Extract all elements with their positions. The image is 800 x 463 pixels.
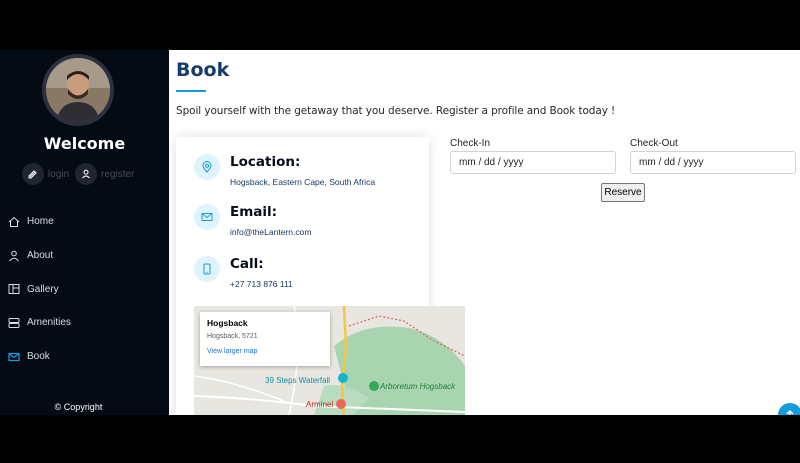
map-label-arboretum: Arboretum Hogsback xyxy=(380,382,456,391)
sidebar-item-gallery[interactable]: Gallery xyxy=(0,272,169,306)
map-label-arminel: Arminel xyxy=(306,400,334,409)
location-row: Location: Hogsback, Eastern Cape, South … xyxy=(194,154,375,187)
sidebar-item-label: Amenities xyxy=(27,317,71,329)
sidebar-item-book[interactable]: Book xyxy=(0,340,169,374)
checkout-date-input[interactable]: mm / dd / yyyy xyxy=(630,151,796,174)
page-frame: Welcome login register Home About Galler xyxy=(0,50,800,415)
sidebar-nav: Home About Gallery Amenities Book xyxy=(0,205,169,373)
avatar xyxy=(42,54,114,126)
gallery-icon xyxy=(7,282,21,296)
home-icon xyxy=(7,215,21,229)
sidebar-item-label: Home xyxy=(27,216,54,228)
view-larger-map-link[interactable]: View larger map xyxy=(207,348,323,355)
email-row: Email: info@theLantern.com xyxy=(194,204,311,237)
location-label: Location: xyxy=(230,154,301,170)
sidebar-item-label: Gallery xyxy=(27,283,59,295)
welcome-heading: Welcome xyxy=(43,134,126,153)
page-title: Book xyxy=(176,59,230,81)
map-popup-address: Hogsback, 5721 xyxy=(207,333,258,340)
checkout-label: Check-Out xyxy=(630,138,678,149)
envelope-icon xyxy=(194,204,220,230)
title-underline xyxy=(176,90,206,92)
login-button[interactable] xyxy=(22,163,44,185)
call-value[interactable]: +27 713 876 111 xyxy=(230,279,293,289)
call-row: Call: +27 713 876 111 xyxy=(194,256,293,289)
copyright: © Copyright xyxy=(54,402,103,412)
reserve-button[interactable]: Reserve xyxy=(601,183,645,202)
sidebar-item-label: Book xyxy=(27,351,50,363)
sidebar-item-home[interactable]: Home xyxy=(0,205,169,239)
embedded-map[interactable]: 39 Steps Waterfall Arboretum Hogsback Ar… xyxy=(194,306,465,415)
checkin-label: Check-In xyxy=(450,138,491,149)
email-value[interactable]: info@theLantern.com xyxy=(230,227,311,237)
call-label: Call: xyxy=(230,256,264,272)
user-icon xyxy=(82,169,91,179)
user-icon xyxy=(7,249,21,263)
phone-icon xyxy=(194,256,220,282)
server-icon xyxy=(7,316,21,330)
register-button[interactable] xyxy=(75,163,98,185)
map-pin-icon xyxy=(194,154,220,180)
back-to-top-button[interactable] xyxy=(778,403,800,415)
login-link[interactable]: login xyxy=(48,169,69,180)
envelope-icon xyxy=(7,350,21,364)
sidebar-item-amenities[interactable]: Amenities xyxy=(0,306,169,340)
checkin-date-input[interactable]: mm / dd / yyyy xyxy=(450,151,616,174)
arrow-up-icon xyxy=(786,409,794,415)
map-label-waterfall: 39 Steps Waterfall xyxy=(265,376,331,385)
map-info-popup: Hogsback Hogsback, 5721 View larger map xyxy=(200,312,330,366)
sidebar-item-label: About xyxy=(27,250,54,262)
location-value: Hogsback, Eastern Cape, South Africa xyxy=(230,177,376,187)
sidebar: Welcome login register Home About Galler xyxy=(0,50,169,415)
map-popup-title: Hogsback xyxy=(207,318,248,328)
intro-text: Spoil yourself with the getaway that you… xyxy=(176,105,616,117)
register-link[interactable]: register xyxy=(101,169,134,180)
pen-icon xyxy=(28,170,37,179)
email-label: Email: xyxy=(230,204,278,220)
auth-links: login register xyxy=(22,163,141,185)
sidebar-item-about[interactable]: About xyxy=(0,239,169,273)
main-content: Book Spoil yourself with the getaway tha… xyxy=(169,50,800,415)
